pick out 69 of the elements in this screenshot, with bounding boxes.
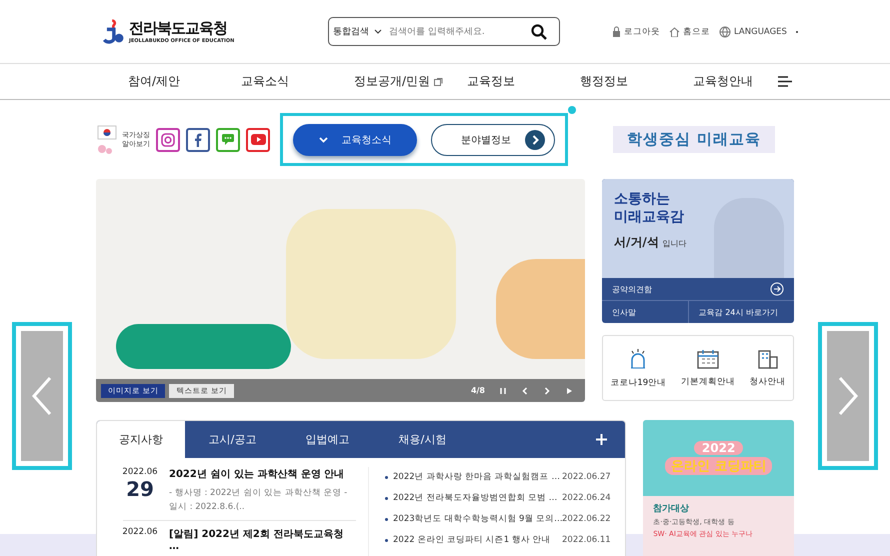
- search-field[interactable]: 통합검색 검색어를 입력해주세요.: [328, 17, 560, 46]
- profile-link[interactable]: 인사말: [602, 301, 688, 323]
- calendar-icon: [696, 348, 719, 368]
- notice-date: 2022.06.24: [562, 493, 611, 503]
- nav-menu-item[interactable]: 교육정보: [467, 73, 580, 90]
- more-icon[interactable]: [596, 434, 608, 445]
- slogan-text: 학생중심 미래교육: [613, 126, 776, 153]
- notice-date: 2022.06.11: [562, 535, 611, 545]
- quick-link[interactable]: 기본계획안내: [680, 348, 735, 388]
- lock-icon: [612, 26, 621, 37]
- play-icon[interactable]: [565, 386, 573, 394]
- logo-icon: [100, 18, 126, 46]
- logo-title: 전라북도교육청: [129, 19, 228, 38]
- notice-tab[interactable]: 고시/공고: [185, 421, 280, 458]
- notice-date: 2022.06.27: [562, 472, 611, 482]
- post-month: 2022.06: [122, 467, 158, 477]
- section-tab[interactable]: 교육청소식: [293, 124, 417, 156]
- nav-menu-item[interactable]: 교육청안내: [693, 73, 806, 90]
- pledge-link[interactable]: 공약의견함: [602, 278, 794, 301]
- notice-tab[interactable]: 입법예고: [280, 421, 375, 458]
- pause-icon[interactable]: [499, 386, 507, 394]
- section-tab[interactable]: 분야별정보: [431, 124, 555, 156]
- profile-headline: 소통하는 미래교육감: [614, 191, 685, 226]
- facebook-icon[interactable]: [186, 128, 210, 152]
- chat-icon[interactable]: [216, 128, 240, 152]
- profile-link[interactable]: 교육감 24시 바로가기: [688, 301, 794, 323]
- post-title[interactable]: [알림] 2022년 제2회 전라북도교육청 …: [169, 527, 356, 552]
- utility-link[interactable]: 로그아웃: [612, 26, 660, 38]
- previous-icon[interactable]: [521, 386, 529, 394]
- quick-link[interactable]: 코로나19안내: [610, 348, 666, 388]
- promo-section-title: 참가대상: [653, 503, 690, 515]
- chevron-down-icon: [374, 28, 382, 34]
- search-icon[interactable]: [531, 24, 547, 40]
- utility-link[interactable]: 홈으로: [669, 26, 710, 38]
- instagram-icon[interactable]: [156, 128, 180, 152]
- post-title[interactable]: 2022년 쉼이 있는 과학산책 운영 안내: [169, 467, 356, 481]
- slide-counter: 4/8: [470, 386, 485, 395]
- home-icon: [669, 26, 680, 36]
- promo-year: 2022: [694, 441, 744, 455]
- arrow-right-icon: [525, 130, 545, 150]
- quick-link[interactable]: 청사안내: [750, 348, 786, 388]
- name-suffix: 입니다: [662, 239, 687, 248]
- menu-icon[interactable]: [778, 76, 792, 87]
- next-icon[interactable]: [543, 386, 551, 394]
- nav-menu-item[interactable]: 교육소식: [241, 73, 354, 90]
- indicator-dot: [568, 106, 576, 114]
- search-scope[interactable]: 통합검색: [333, 25, 369, 38]
- nav-menu-item[interactable]: 행정정보: [580, 73, 693, 90]
- building-icon: [756, 348, 779, 368]
- post-summary: - 행사명 : 2022년 쉼이 있는 과학산책 운영 - 일시 : 2022.8.6.(..: [169, 487, 348, 514]
- notice-title[interactable]: 2022 온라인 코딩파티 시즌1 행사 안내: [393, 534, 558, 546]
- utility-link[interactable]: LANGUAGES: [719, 26, 787, 38]
- notice-title[interactable]: 2022년 과학사랑 한마음 과학실험캠프 …: [393, 471, 558, 483]
- notice-tab[interactable]: 공지사항: [97, 421, 185, 458]
- superintendent-name: 서/거/석: [614, 235, 659, 249]
- chevron-down-icon: [318, 136, 328, 142]
- chevron-right-icon: [836, 376, 860, 416]
- chevron-left-icon: [30, 376, 54, 416]
- post-day: 29: [126, 477, 154, 501]
- promo-title: 온라인 코딩파티: [664, 457, 772, 475]
- nav-menu-item[interactable]: 정보공개/민원: [354, 73, 467, 90]
- notice-tab[interactable]: 채용/시험: [375, 421, 470, 458]
- notice-title[interactable]: 2022년 전라북도자율방범연합회 모범 …: [393, 492, 558, 504]
- globe-icon: [719, 26, 731, 38]
- arrow-circle-icon: [770, 282, 784, 296]
- nav-menu-item[interactable]: 참여/제안: [128, 73, 241, 90]
- post-month: 2022.06: [122, 527, 158, 538]
- notice-date: 2022.06.22: [562, 514, 611, 524]
- youtube-icon[interactable]: [246, 128, 270, 152]
